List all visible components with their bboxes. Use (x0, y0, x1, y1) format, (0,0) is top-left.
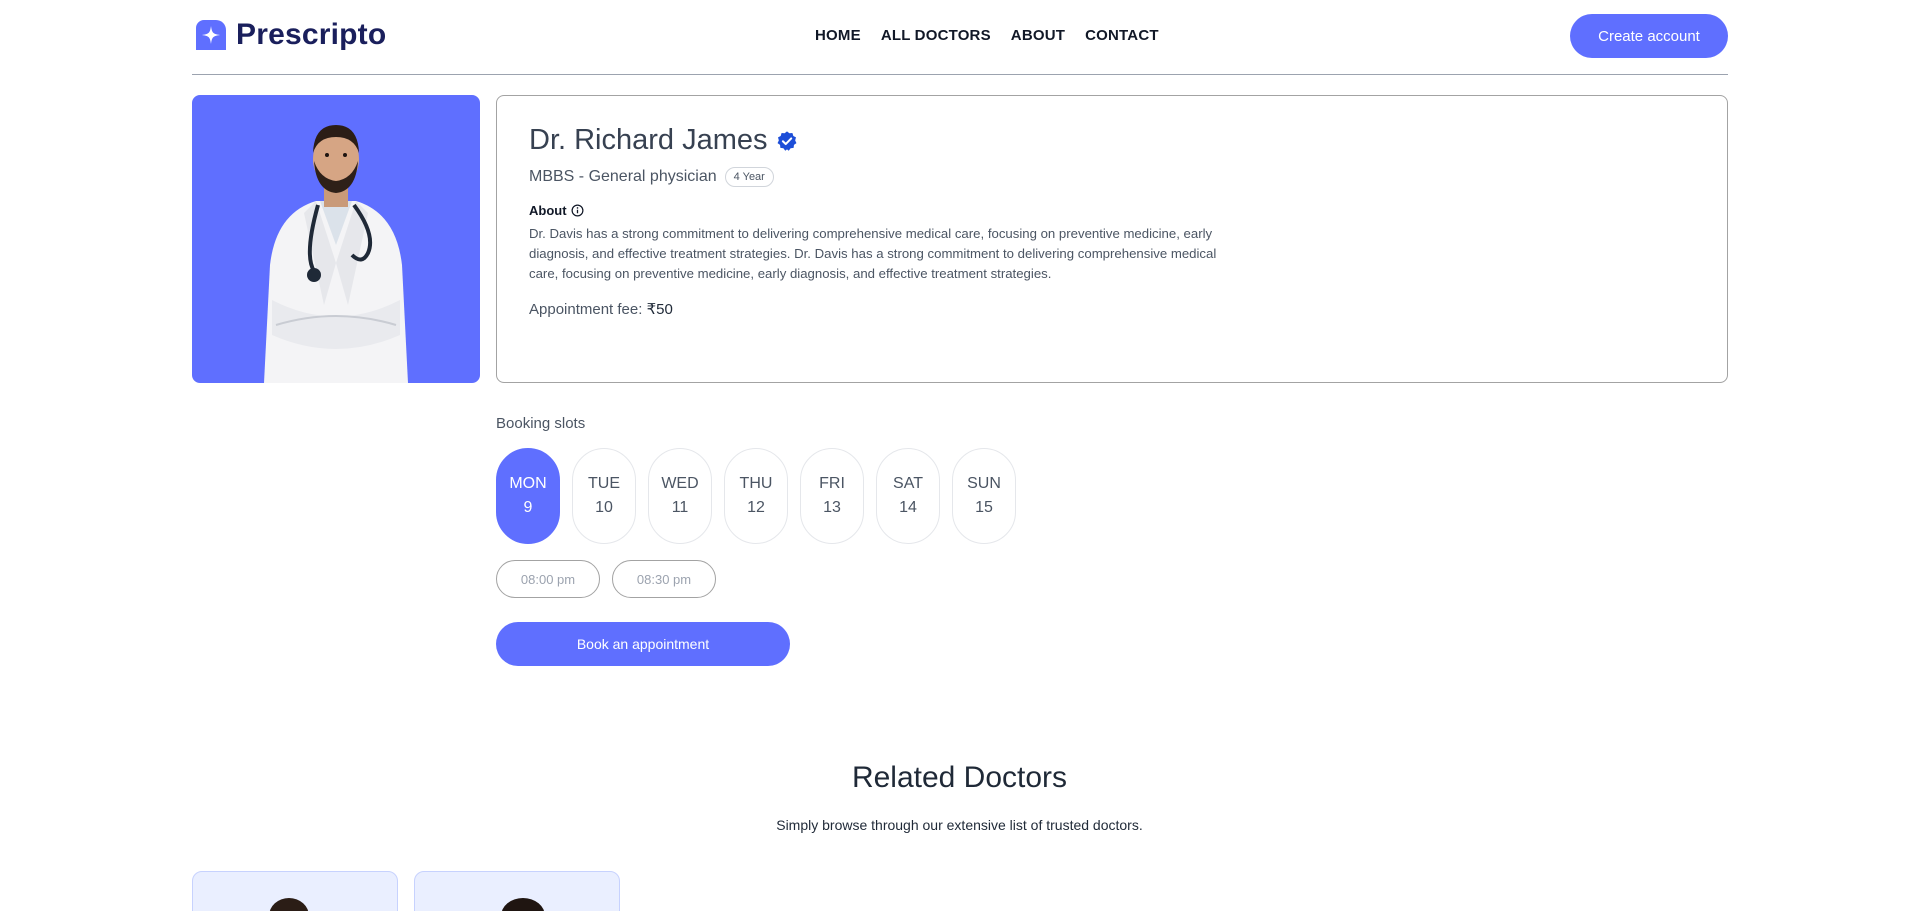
create-account-button[interactable]: Create account (1570, 14, 1728, 58)
nav-home[interactable]: HOME (815, 27, 861, 44)
booking-title: Booking slots (496, 415, 586, 432)
experience-badge: 4 Year (724, 167, 774, 187)
day-slot-fri[interactable]: FRI 13 (800, 448, 864, 544)
doctor-photo (192, 95, 480, 383)
related-doctors-title: Related Doctors (851, 761, 1068, 794)
booking-section: Booking slots MON 9 TUE 10 WED 11 THU 12… (496, 415, 1016, 666)
day-date: 14 (899, 499, 917, 516)
day-name: MON (509, 475, 547, 492)
nav-about[interactable]: ABOUT (1011, 27, 1065, 44)
day-date: 13 (823, 499, 841, 516)
doctor-info-card: Dr. Richard James MBBS - General physici… (496, 95, 1728, 383)
fee-value: ₹50 (646, 301, 673, 318)
day-name: THU (739, 475, 773, 492)
degree-row: MBBS - General physician 4 Year (529, 167, 1695, 187)
day-slot-wed[interactable]: WED 11 (648, 448, 712, 544)
day-slots: MON 9 TUE 10 WED 11 THU 12 FRI 13 SAT 14… (496, 448, 1016, 544)
nav-contact[interactable]: CONTACT (1085, 27, 1159, 44)
time-slot[interactable]: 08:30 pm (612, 560, 716, 598)
sparkle-shield-logo-icon (196, 20, 226, 50)
time-slots: 08:00 pm 08:30 pm (496, 560, 1016, 598)
brand-logo[interactable]: Prescripto (192, 16, 386, 54)
nav-links: HOME ALL DOCTORS ABOUT CONTACT (815, 27, 1159, 44)
day-slot-sun[interactable]: SUN 15 (952, 448, 1016, 544)
day-date: 11 (671, 499, 689, 516)
doctor-name-row: Dr. Richard James (529, 124, 1695, 157)
day-slot-thu[interactable]: THU 12 (724, 448, 788, 544)
nav-all-doctors[interactable]: ALL DOCTORS (881, 27, 991, 44)
day-name: SUN (967, 475, 1001, 492)
appointment-fee: Appointment fee: ₹50 (529, 300, 1695, 318)
day-slot-tue[interactable]: TUE 10 (572, 448, 636, 544)
brand-name: Prescripto (236, 18, 387, 51)
day-name: SAT (893, 475, 923, 492)
book-appointment-button[interactable]: Book an appointment (496, 622, 790, 666)
day-date: 9 (523, 499, 533, 516)
day-name: TUE (588, 475, 620, 492)
about-title: About (529, 203, 567, 218)
time-slot[interactable]: 08:00 pm (496, 560, 600, 598)
related-doctors-subtitle: Simply browse through our extensive list… (776, 817, 1143, 833)
related-doctor-card[interactable] (414, 871, 620, 911)
related-doctor-card[interactable] (192, 871, 398, 911)
navbar: Prescripto HOME ALL DOCTORS ABOUT CONTAC… (192, 0, 1728, 75)
about-text: Dr. Davis has a strong commitment to del… (529, 226, 1217, 281)
related-doctor-photo (269, 898, 309, 911)
day-name: FRI (819, 475, 845, 492)
about-heading: About (529, 203, 1695, 218)
day-slot-mon[interactable]: MON 9 (496, 448, 560, 544)
doctor-portrait-image (264, 125, 408, 383)
info-icon (571, 204, 584, 217)
fee-label: Appointment fee: (529, 301, 643, 318)
doctor-degree: MBBS - General physician (529, 168, 717, 185)
verified-check-icon (777, 130, 796, 151)
day-date: 12 (747, 499, 765, 516)
related-doctor-photo (501, 898, 545, 911)
day-slot-sat[interactable]: SAT 14 (876, 448, 940, 544)
day-name: WED (661, 475, 699, 492)
day-date: 15 (975, 499, 993, 516)
day-date: 10 (595, 499, 613, 516)
doctor-name: Dr. Richard James (529, 124, 768, 156)
